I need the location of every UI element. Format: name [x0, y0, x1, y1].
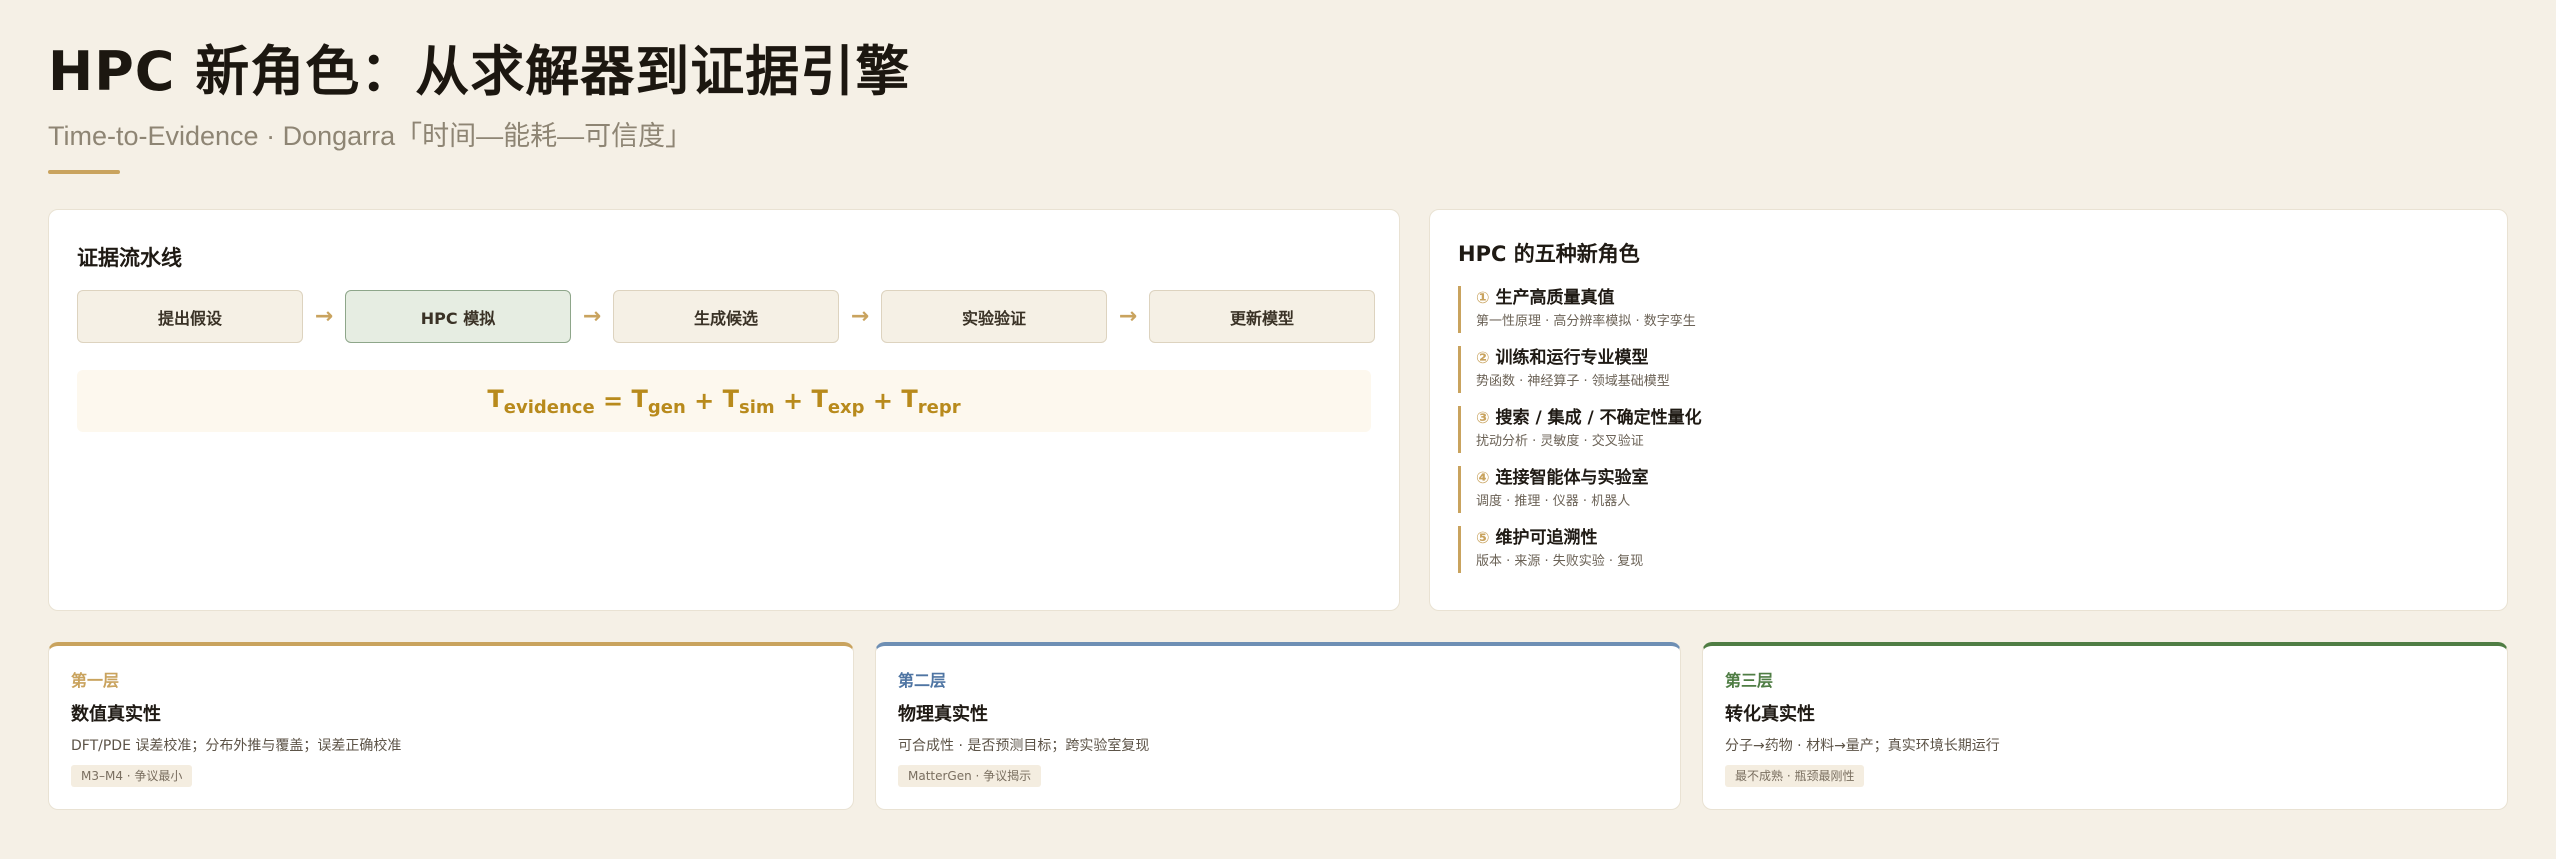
layer-tag: 第一层: [71, 671, 120, 690]
role-number: ③: [1476, 408, 1490, 427]
role-description: 势函数 · 神经算子 · 领域基础模型: [1476, 374, 1670, 389]
pipeline-steps: 提出假设 → HPC 模拟 → 生成候选 → 实验验证 → 更新模型: [77, 290, 1375, 343]
layer-badge: 最不成熟 · 瓶颈最刚性: [1725, 765, 1865, 787]
pipeline-step-hpc-simulation[interactable]: HPC 模拟: [345, 290, 571, 343]
layer-card-translational: 第三层 转化真实性 分子→药物 · 材料→量产；真实环境长期运行 最不成熟 · …: [1702, 642, 2508, 810]
time-to-evidence-formula: Tevidence = Tgen + Tsim + Texp + Trepr: [77, 370, 1371, 432]
evidence-pipeline-card: 证据流水线 提出假设 → HPC 模拟 → 生成候选 → 实验验证 → 更新模型…: [48, 209, 1400, 611]
formula-term-sim: Tsim: [722, 384, 775, 418]
formula-term-exp: Texp: [811, 384, 865, 418]
page-title: HPC 新角色：从求解器到证据引擎: [48, 40, 911, 103]
role-description: 第一性原理 · 高分辨率模拟 · 数字孪生: [1476, 314, 1696, 329]
role-item: ① 生产高质量真值 第一性原理 · 高分辨率模拟 · 数字孪生: [1458, 286, 2478, 333]
pipeline-step-experiment[interactable]: 实验验证: [881, 290, 1107, 343]
arrow-right-icon: →: [582, 304, 602, 329]
role-number: ⑤: [1476, 528, 1490, 547]
formula-lhs: Tevidence: [487, 384, 595, 418]
arrow-right-icon: →: [314, 304, 334, 329]
role-title: 维护可追溯性: [1495, 528, 1598, 548]
roles-list: ① 生产高质量真值 第一性原理 · 高分辨率模拟 · 数字孪生 ② 训练和运行专业模…: [1458, 286, 2478, 586]
role-title: 连接智能体与实验室: [1495, 468, 1649, 488]
arrow-right-icon: →: [1118, 304, 1138, 329]
pipeline-title: 证据流水线: [77, 246, 182, 270]
role-item: ⑤ 维护可追溯性 版本 · 来源 · 失败实验 · 复现: [1458, 526, 2478, 573]
role-number: ②: [1476, 348, 1490, 367]
layer-title: 物理真实性: [898, 704, 988, 725]
layer-badge: M3–M4 · 争议最小: [71, 765, 193, 787]
role-item: ④ 连接智能体与实验室 调度 · 推理 · 仪器 · 机器人: [1458, 466, 2478, 513]
pipeline-step-generate-candidates[interactable]: 生成候选: [613, 290, 839, 343]
role-number: ①: [1476, 288, 1490, 307]
formula-term-gen: Tgen: [631, 384, 686, 418]
hpc-roles-card: HPC 的五种新角色 ① 生产高质量真值 第一性原理 · 高分辨率模拟 · 数字孪…: [1429, 209, 2508, 611]
formula-term-repr: Trepr: [901, 384, 961, 418]
role-description: 扰动分析 · 灵敏度 · 交叉验证: [1476, 434, 1644, 449]
role-title: 搜索 / 集成 / 不确定性量化: [1495, 408, 1702, 428]
role-title: 训练和运行专业模型: [1495, 348, 1649, 368]
role-item: ③ 搜索 / 集成 / 不确定性量化 扰动分析 · 灵敏度 · 交叉验证: [1458, 406, 2478, 453]
layer-title: 转化真实性: [1725, 704, 1815, 725]
roles-title: HPC 的五种新角色: [1458, 242, 1640, 266]
arrow-right-icon: →: [850, 304, 870, 329]
layer-badge: MatterGen · 争议揭示: [898, 765, 1042, 787]
role-description: 版本 · 来源 · 失败实验 · 复现: [1476, 554, 1644, 569]
pipeline-step-hypothesis[interactable]: 提出假设: [77, 290, 303, 343]
layer-card-physical: 第二层 物理真实性 可合成性 · 是否预测目标；跨实验室复现 MatterGen…: [875, 642, 1681, 810]
role-number: ④: [1476, 468, 1490, 487]
page-subtitle: Time-to-Evidence · Dongarra「时间—能耗—可信度」: [48, 121, 693, 151]
role-item: ② 训练和运行专业模型 势函数 · 神经算子 · 领域基础模型: [1458, 346, 2478, 393]
layer-description: DFT/PDE 误差校准；分布外推与覆盖；误差正确校准: [71, 738, 402, 754]
pipeline-step-update-model[interactable]: 更新模型: [1149, 290, 1375, 343]
title-accent-divider: [48, 170, 120, 174]
layer-tag: 第三层: [1725, 671, 1774, 690]
role-description: 调度 · 推理 · 仪器 · 机器人: [1476, 494, 1631, 509]
role-title: 生产高质量真值: [1495, 288, 1615, 308]
layer-tag: 第二层: [898, 671, 947, 690]
layer-description: 可合成性 · 是否预测目标；跨实验室复现: [898, 738, 1150, 754]
layer-card-numerical: 第一层 数值真实性 DFT/PDE 误差校准；分布外推与覆盖；误差正确校准 M3…: [48, 642, 854, 810]
page-header: HPC 新角色：从求解器到证据引擎 Time-to-Evidence · Don…: [48, 36, 910, 174]
layer-description: 分子→药物 · 材料→量产；真实环境长期运行: [1725, 738, 2000, 754]
layer-title: 数值真实性: [71, 704, 161, 725]
